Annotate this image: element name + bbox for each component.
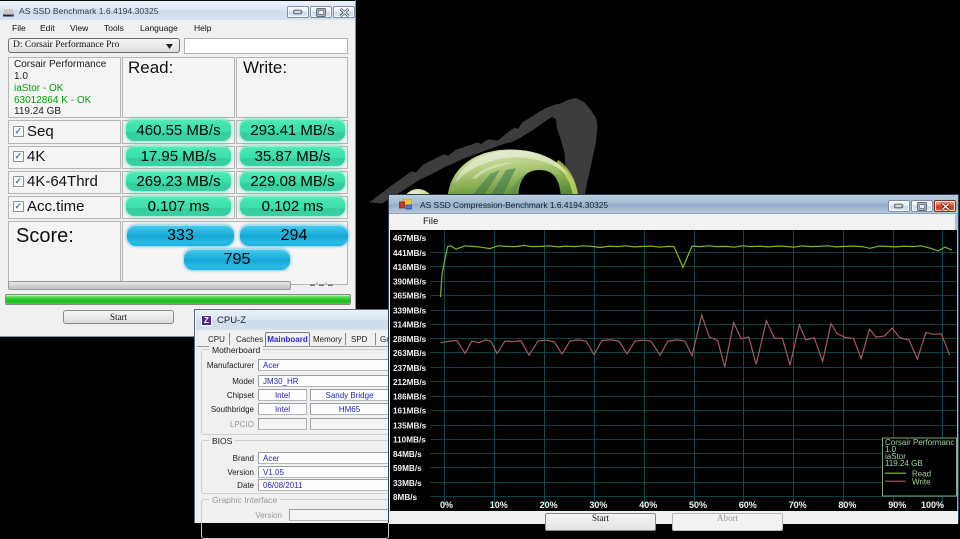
svg-text:100%: 100% — [921, 500, 944, 510]
svg-text:59MB/s: 59MB/s — [393, 464, 422, 473]
svg-text:161MB/s: 161MB/s — [393, 407, 427, 416]
svg-text:288MB/s: 288MB/s — [393, 335, 427, 344]
svg-text:237MB/s: 237MB/s — [393, 364, 427, 373]
svg-text:Write: Write — [912, 477, 931, 486]
svg-text:467MB/s: 467MB/s — [393, 234, 427, 243]
svg-text:314MB/s: 314MB/s — [393, 320, 427, 329]
svg-text:186MB/s: 186MB/s — [393, 393, 427, 402]
svg-text:40%: 40% — [639, 500, 657, 510]
svg-text:441MB/s: 441MB/s — [393, 249, 427, 258]
svg-text:110MB/s: 110MB/s — [393, 435, 426, 444]
svg-text:90%: 90% — [888, 500, 906, 510]
svg-text:0%: 0% — [440, 500, 453, 510]
svg-text:119.24 GB: 119.24 GB — [885, 459, 923, 468]
svg-text:60%: 60% — [739, 500, 757, 510]
svg-text:20%: 20% — [540, 500, 558, 510]
svg-text:263MB/s: 263MB/s — [393, 349, 427, 358]
svg-text:365MB/s: 365MB/s — [393, 292, 427, 301]
svg-text:80%: 80% — [838, 500, 856, 510]
svg-text:70%: 70% — [789, 500, 807, 510]
svg-text:390MB/s: 390MB/s — [393, 278, 427, 287]
svg-text:50%: 50% — [689, 500, 707, 510]
svg-text:10%: 10% — [490, 500, 508, 510]
svg-text:339MB/s: 339MB/s — [393, 306, 427, 315]
svg-text:135MB/s: 135MB/s — [393, 421, 427, 430]
svg-text:33MB/s: 33MB/s — [393, 479, 422, 488]
svg-text:8MB/s: 8MB/s — [393, 493, 418, 502]
svg-text:212MB/s: 212MB/s — [393, 378, 427, 387]
svg-text:416MB/s: 416MB/s — [393, 263, 427, 272]
svg-text:30%: 30% — [589, 500, 607, 510]
svg-text:84MB/s: 84MB/s — [393, 450, 422, 459]
